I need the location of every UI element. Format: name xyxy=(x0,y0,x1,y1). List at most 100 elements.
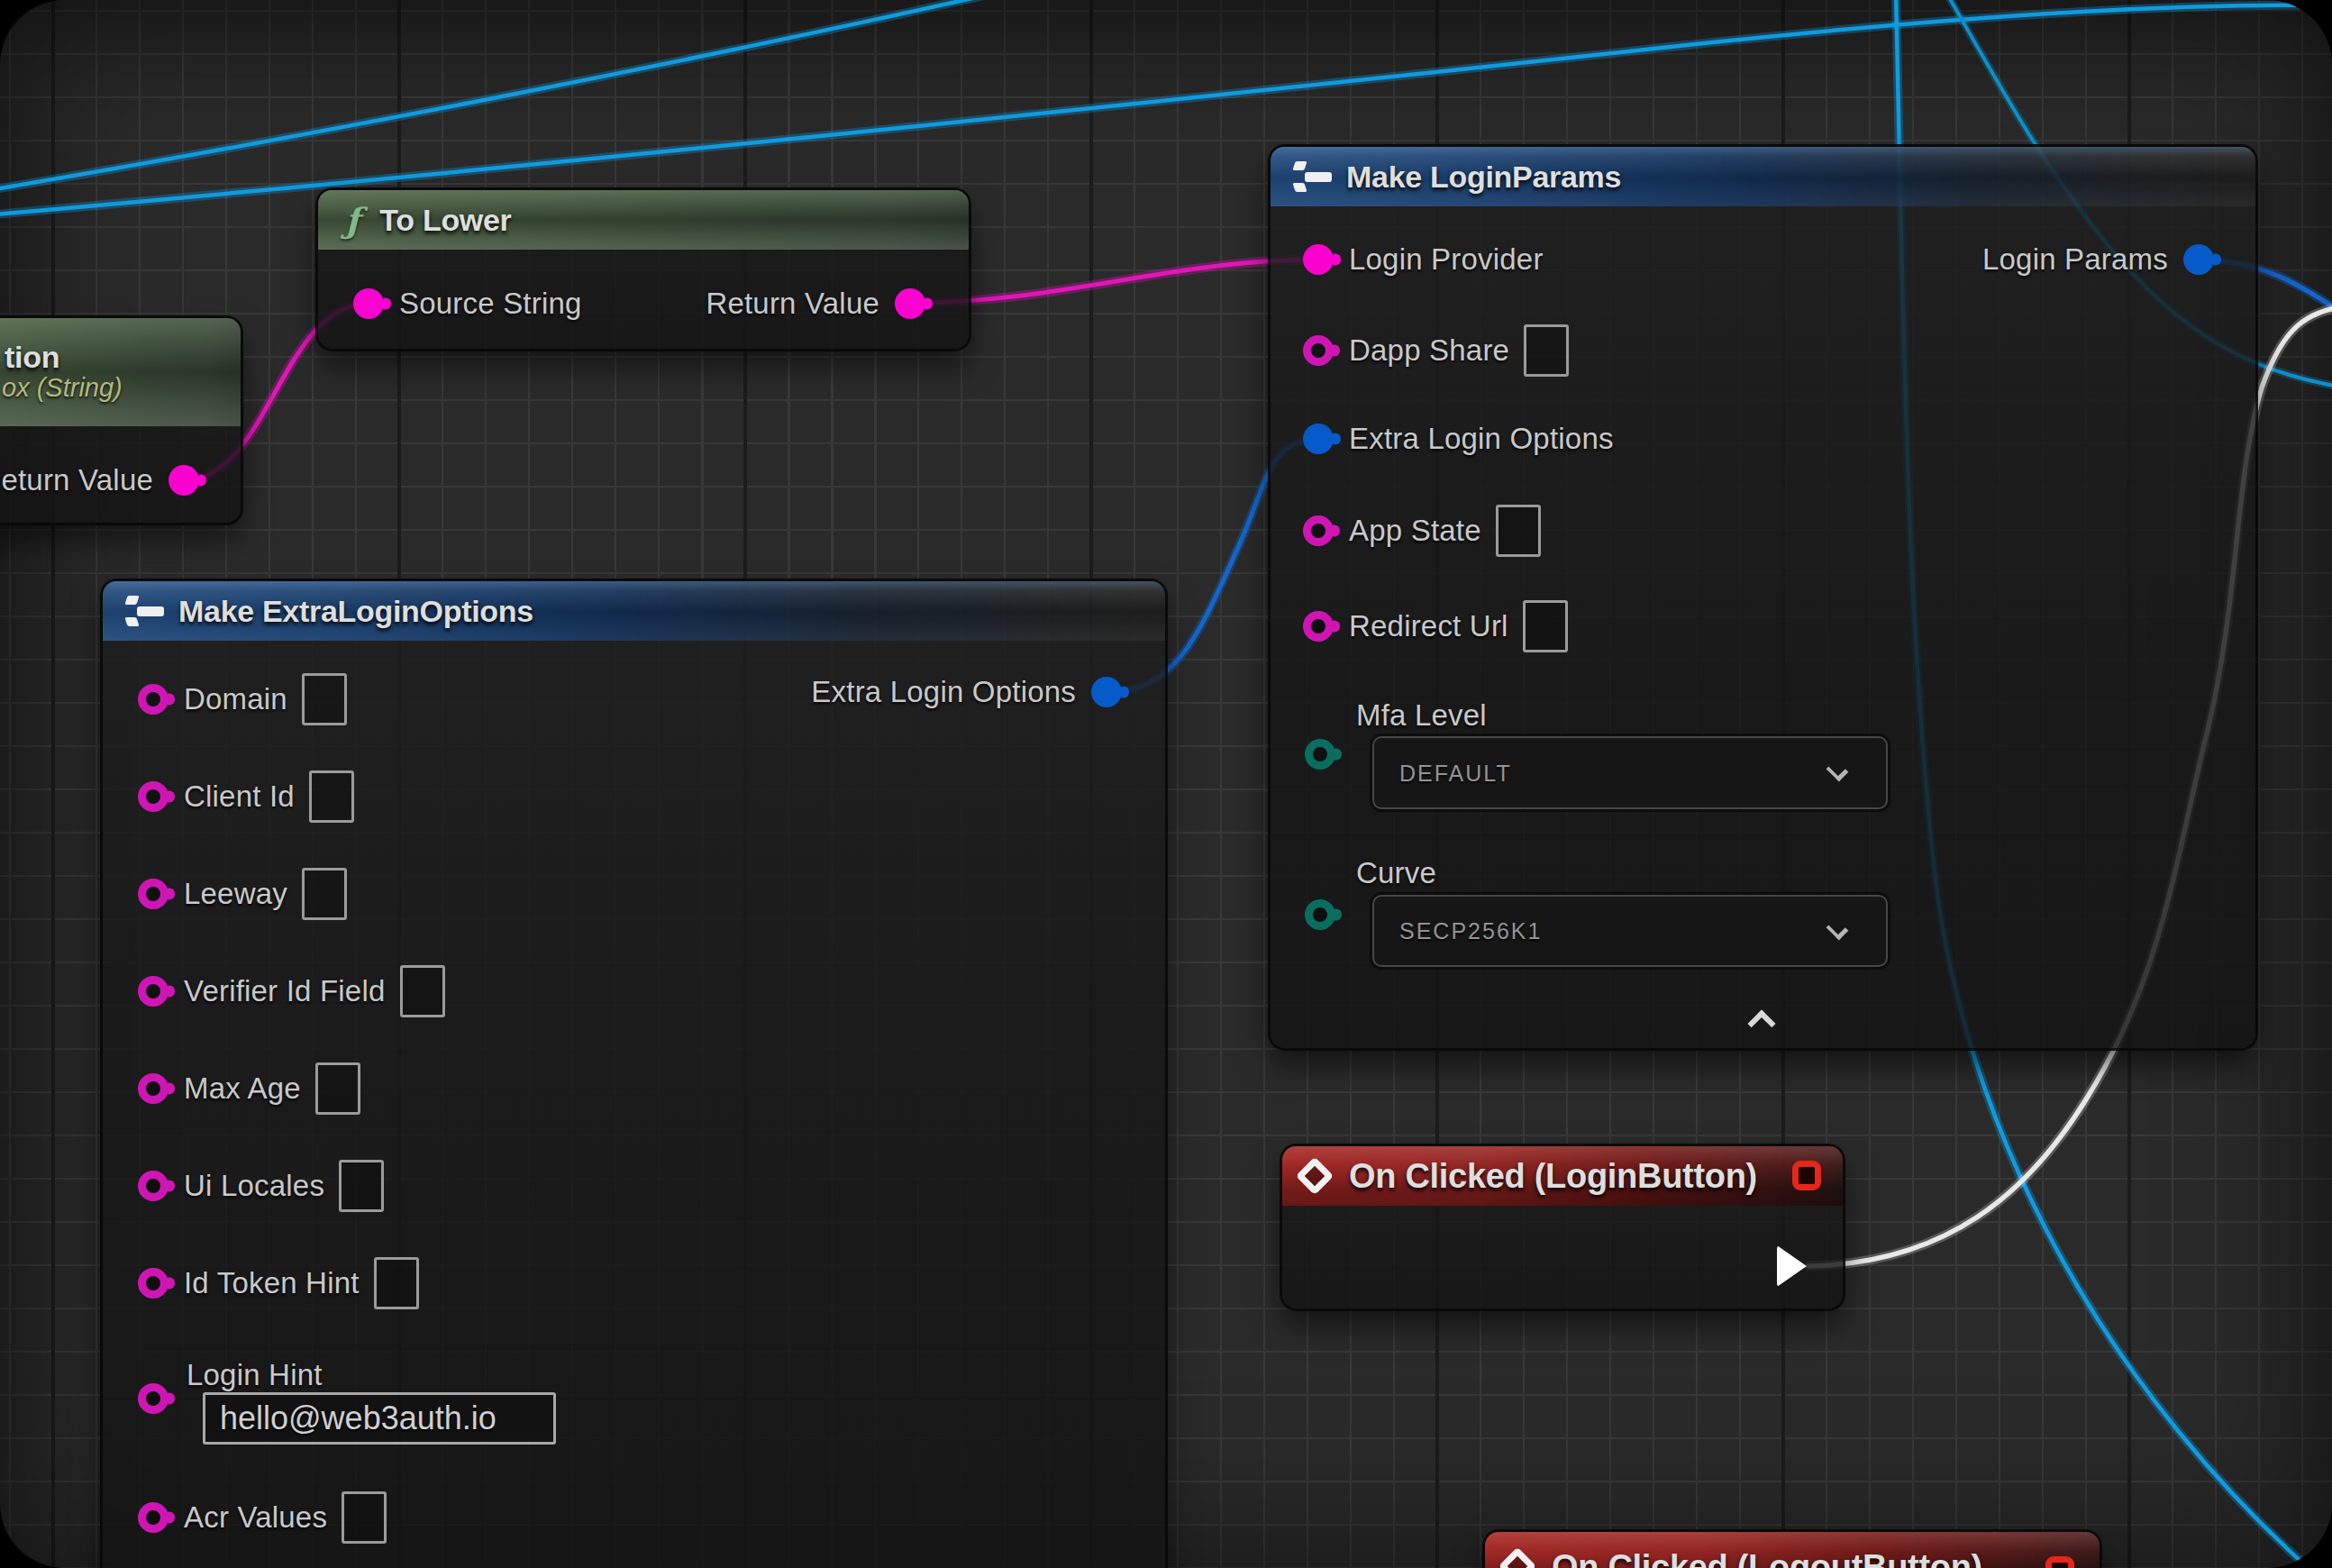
to-lower-input-row: Source String xyxy=(353,271,582,336)
login-hint-value: hello@web3auth.io xyxy=(220,1399,496,1437)
params-input-row: Login Provider xyxy=(1303,227,1544,292)
on-clicked-login-title: On Clicked (LoginButton) xyxy=(1349,1157,1757,1196)
make-struct-icon xyxy=(123,590,164,632)
node-getter-title: tion xyxy=(5,342,59,374)
input-pin[interactable] xyxy=(1303,424,1334,454)
input-pin[interactable] xyxy=(1303,611,1334,642)
node-make-extra-login-options[interactable]: Make ExtraLoginOptions Extra Login Optio… xyxy=(103,581,1165,1568)
node-make-login-params[interactable]: Make LoginParams Login Params Login Prov… xyxy=(1271,147,2255,1048)
input-label: Acr Values xyxy=(184,1500,327,1535)
login-params-output-label: Login Params xyxy=(1982,242,2168,277)
event-debug-badge-2[interactable] xyxy=(2045,1556,2074,1568)
make-login-params-header[interactable]: Make LoginParams xyxy=(1271,147,2255,206)
params-input-row: Redirect Url xyxy=(1303,594,1568,659)
make-extra-login-options-header[interactable]: Make ExtraLoginOptions xyxy=(103,581,1165,641)
login-params-output-row: Login Params xyxy=(1982,227,2214,292)
return-value-pin[interactable] xyxy=(895,288,925,319)
input-label: App State xyxy=(1349,514,1481,548)
exec-output-pin[interactable] xyxy=(1777,1245,1807,1287)
input-pin[interactable] xyxy=(1303,335,1334,366)
login-hint-input[interactable]: hello@web3auth.io xyxy=(203,1392,556,1445)
input-label: Domain xyxy=(184,682,287,716)
node-on-clicked-logout-button[interactable]: On Clicked (LogoutButton) xyxy=(1485,1532,2100,1568)
extra-login-options-output-pin[interactable] xyxy=(1091,677,1122,707)
curve-dropdown[interactable]: SECP256K1 xyxy=(1372,895,1888,967)
to-lower-output-row: Return Value xyxy=(706,271,925,336)
mfa-level-label: Mfa Level xyxy=(1356,698,1487,733)
node-getter-header[interactable]: tion ox (String) xyxy=(0,318,241,426)
event-diamond-icon xyxy=(1296,1157,1334,1195)
input-label: Verifier Id Field xyxy=(184,974,386,1008)
input-pin[interactable] xyxy=(138,976,169,1007)
source-string-label: Source String xyxy=(399,287,582,321)
input-pin[interactable] xyxy=(138,1073,169,1104)
input-pin[interactable] xyxy=(138,1268,169,1299)
input-label: Login Provider xyxy=(1349,242,1544,277)
empty-text-box[interactable] xyxy=(1523,600,1568,652)
extra-login-options-output-row: Extra Login Options xyxy=(811,660,1122,725)
empty-text-box[interactable] xyxy=(400,965,445,1017)
make-struct-icon-2 xyxy=(1290,156,1332,197)
mfa-level-pin-row xyxy=(1305,722,1335,787)
input-label: Redirect Url xyxy=(1349,609,1508,643)
node-getter-subtitle: ox (String) xyxy=(2,373,123,403)
collapse-caret-icon[interactable] xyxy=(1747,1009,1775,1037)
on-clicked-logout-header[interactable]: On Clicked (LogoutButton) xyxy=(1485,1532,2100,1568)
input-label: Ui Locales xyxy=(184,1169,324,1203)
input-pin[interactable] xyxy=(1303,244,1334,275)
mfa-level-pin[interactable] xyxy=(1305,739,1335,770)
input-pin[interactable] xyxy=(138,1502,169,1533)
empty-text-box[interactable] xyxy=(302,868,347,920)
node-getter-partial[interactable]: tion ox (String) eturn Value xyxy=(0,318,241,523)
on-clicked-login-header[interactable]: On Clicked (LoginButton) xyxy=(1282,1146,1843,1206)
params-input-row: App State xyxy=(1303,498,1541,563)
input-label: Id Token Hint xyxy=(184,1266,360,1300)
params-input-row: Extra Login Options xyxy=(1303,406,1614,471)
input-pin[interactable] xyxy=(1303,515,1334,546)
empty-text-box[interactable] xyxy=(309,770,354,823)
source-string-pin[interactable] xyxy=(353,288,384,319)
empty-text-box[interactable] xyxy=(1496,505,1541,557)
extra-input-row: Max Age xyxy=(138,1056,360,1121)
return-value-label: Return Value xyxy=(706,287,879,321)
login-params-output-pin[interactable] xyxy=(2183,244,2214,275)
curve-pin-row xyxy=(1305,882,1335,947)
function-icon: ƒ xyxy=(345,200,360,241)
empty-text-box[interactable] xyxy=(1524,324,1569,377)
node-to-lower-header[interactable]: ƒ To Lower xyxy=(318,190,969,250)
make-login-params-title: Make LoginParams xyxy=(1346,160,1621,195)
extra-input-row: Leeway xyxy=(138,861,347,926)
node-getter-output-label: eturn Value xyxy=(1,463,153,497)
login-hint-label: Login Hint xyxy=(187,1358,323,1392)
blueprint-graph-canvas[interactable]: tion ox (String) eturn Value ƒ To Lower … xyxy=(0,0,2332,1568)
curve-pin[interactable] xyxy=(1305,899,1335,930)
input-pin[interactable] xyxy=(138,1171,169,1201)
input-pin[interactable] xyxy=(138,781,169,812)
empty-text-box[interactable] xyxy=(342,1491,387,1544)
extra-input-row: Id Token Hint xyxy=(138,1251,419,1316)
node-to-lower[interactable]: ƒ To Lower Source String Return Value xyxy=(318,190,969,349)
input-pin[interactable] xyxy=(138,684,169,715)
empty-text-box[interactable] xyxy=(374,1257,419,1309)
empty-text-box[interactable] xyxy=(302,673,347,725)
on-clicked-logout-title: On Clicked (LogoutButton) xyxy=(1552,1548,1982,1568)
event-diamond-icon-2 xyxy=(1498,1547,1536,1568)
login-hint-row xyxy=(138,1366,169,1431)
input-label: Leeway xyxy=(184,877,287,911)
node-getter-output-pin[interactable] xyxy=(169,465,199,496)
empty-text-box[interactable] xyxy=(315,1062,360,1115)
input-pin[interactable] xyxy=(138,879,169,909)
make-extra-login-options-title: Make ExtraLoginOptions xyxy=(178,594,533,629)
mfa-level-dropdown[interactable]: DEFAULT xyxy=(1372,736,1888,809)
login-hint-pin[interactable] xyxy=(138,1383,169,1414)
input-label: Max Age xyxy=(184,1071,301,1106)
extra-input-row: Acr Values xyxy=(138,1485,387,1550)
empty-text-box[interactable] xyxy=(339,1160,384,1212)
curve-label: Curve xyxy=(1356,856,1436,890)
node-on-clicked-login-button[interactable]: On Clicked (LoginButton) xyxy=(1282,1146,1843,1308)
curve-value: SECP256K1 xyxy=(1399,918,1542,944)
event-debug-badge[interactable] xyxy=(1792,1161,1821,1190)
extra-input-row: Client Id xyxy=(138,764,354,829)
curve-chevron-icon xyxy=(1826,918,1849,941)
extra-input-row: Verifier Id Field xyxy=(138,959,445,1024)
